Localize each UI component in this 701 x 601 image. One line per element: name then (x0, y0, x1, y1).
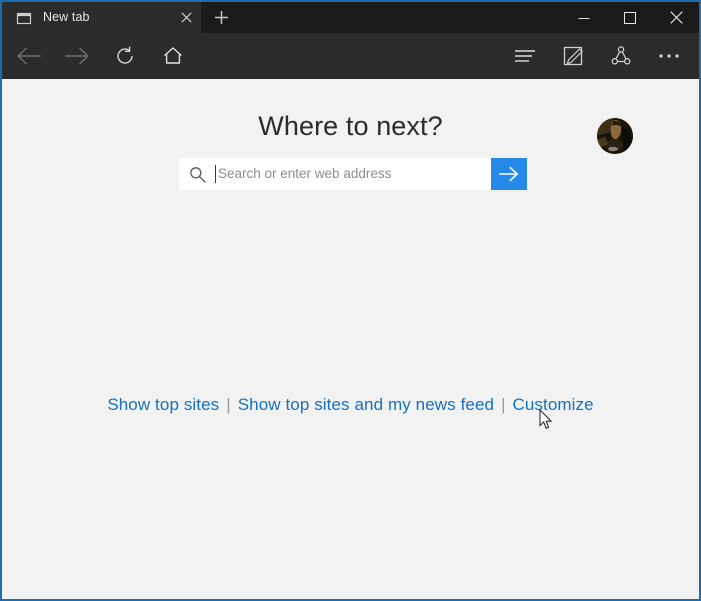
page-title: Where to next? (258, 111, 443, 141)
home-button[interactable] (149, 33, 197, 79)
window-controls (561, 2, 699, 33)
maximize-icon (624, 11, 636, 24)
avatar-image (597, 118, 633, 154)
browser-window: New tab Where to next? Search or enter w… (0, 0, 701, 601)
new-tab-links: Show top sites | Show top sites and my new… (2, 395, 699, 415)
link-separator-1: | (226, 395, 231, 414)
home-icon (164, 47, 182, 64)
link-show-top-sites[interactable]: Show top sites (107, 395, 219, 414)
forward-button[interactable] (53, 33, 101, 79)
web-note-button[interactable] (549, 33, 597, 79)
more-button[interactable] (645, 33, 693, 79)
page-icon (16, 10, 32, 26)
plus-icon (214, 11, 228, 24)
refresh-icon (117, 46, 133, 64)
link-show-top-sites-and-news-feed[interactable]: Show top sites and my news feed (238, 395, 494, 414)
new-tab-button[interactable] (201, 2, 241, 33)
arrow-left-icon (17, 47, 41, 65)
close-tab-icon[interactable] (171, 2, 201, 33)
maximize-button[interactable] (607, 2, 653, 33)
tab-new-tab[interactable]: New tab (2, 2, 201, 33)
title-bar: New tab (2, 2, 699, 33)
search-field-wrapper (215, 158, 491, 190)
back-button[interactable] (5, 33, 53, 79)
share-button[interactable] (597, 33, 645, 79)
note-pen-icon (563, 46, 583, 66)
avatar[interactable] (597, 118, 633, 154)
search-icon (179, 158, 215, 190)
refresh-button[interactable] (101, 33, 149, 79)
search-input[interactable] (215, 159, 491, 189)
arrow-right-icon (65, 47, 89, 65)
close-icon (669, 11, 683, 24)
link-customize[interactable]: Customize (512, 395, 593, 414)
link-separator-2: | (501, 395, 506, 414)
minimize-icon (578, 17, 590, 19)
go-button[interactable] (491, 158, 527, 190)
reading-list-button[interactable] (501, 33, 549, 79)
arrow-right-icon (499, 166, 519, 182)
ellipsis-icon (659, 54, 679, 58)
new-tab-page: Where to next? Search or enter web addre… (2, 79, 699, 599)
tab-strip: New tab (2, 2, 201, 33)
tab-title: New tab (43, 10, 90, 24)
hub-lines-icon (515, 50, 535, 62)
share-icon (611, 46, 631, 65)
search-bar[interactable] (179, 158, 527, 190)
browser-toolbar (2, 33, 699, 79)
close-window-button[interactable] (653, 2, 699, 33)
text-caret (215, 165, 216, 183)
minimize-button[interactable] (561, 2, 607, 33)
toolbar-left-group (2, 33, 197, 79)
toolbar-right-group (501, 33, 699, 79)
